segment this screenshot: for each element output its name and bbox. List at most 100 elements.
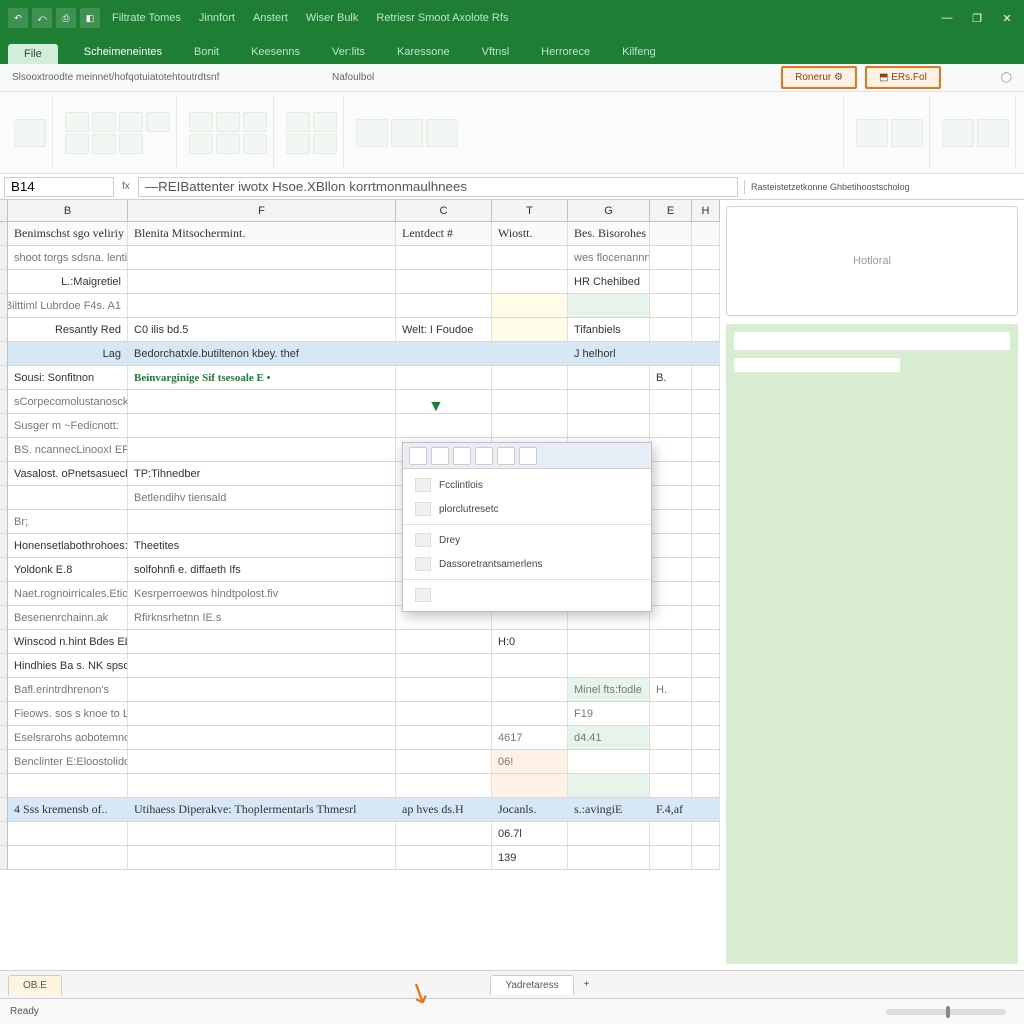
cell[interactable] (692, 246, 720, 269)
cell[interactable]: 06.7l (492, 822, 568, 845)
cell[interactable]: Besenenrchainn.ak (8, 606, 128, 629)
qat-undo-icon[interactable]: ↶ (8, 8, 28, 28)
cell[interactable] (568, 414, 650, 437)
cell[interactable] (692, 654, 720, 677)
cell[interactable] (692, 414, 720, 437)
cell[interactable] (8, 822, 128, 845)
table-row[interactable]: Bilttiml Lubrdoe F4s. A1 (0, 294, 720, 318)
cell[interactable] (492, 702, 568, 725)
cell[interactable] (396, 630, 492, 653)
cell[interactable] (568, 630, 650, 653)
table-row[interactable]: Susger m ~Fedicnott: (0, 414, 720, 438)
align-button[interactable] (189, 112, 213, 132)
cell[interactable] (396, 678, 492, 701)
cell[interactable] (692, 798, 720, 821)
cell[interactable] (568, 294, 650, 317)
cell[interactable]: B. (650, 366, 692, 389)
cell[interactable] (650, 222, 692, 245)
table-row[interactable]: Sousi: SonfitnonBeinvarginige Sif tsesoa… (0, 366, 720, 390)
cell[interactable]: Rfirknsrhetnn IE.s (128, 606, 396, 629)
help-icon[interactable]: ◯ (1001, 72, 1012, 83)
cell[interactable] (692, 462, 720, 485)
cell[interactable] (568, 774, 650, 797)
menu-item[interactable]: Fcclintlois (403, 473, 651, 497)
cell[interactable]: H:0 (492, 630, 568, 653)
cell[interactable]: Naet.rognoirricales.Etiones (8, 582, 128, 605)
cell[interactable]: solfohnfi e. diffaeth Ifs (128, 558, 396, 581)
table-row[interactable]: Bafl.erintrdhrenon'sMinel fts:fodleH. (0, 678, 720, 702)
cell[interactable] (692, 630, 720, 653)
cell[interactable] (650, 438, 692, 461)
col-header[interactable]: B (8, 200, 128, 221)
maximize-button[interactable]: ❐ (968, 12, 986, 25)
cell[interactable]: Sousi: Sonfitnon (8, 366, 128, 389)
number-button[interactable] (286, 112, 310, 132)
col-header[interactable]: F (128, 200, 396, 221)
cell[interactable] (692, 702, 720, 725)
cell[interactable] (692, 678, 720, 701)
cell[interactable] (568, 654, 650, 677)
cell[interactable]: Wiostt. (492, 222, 568, 245)
cell[interactable] (692, 750, 720, 773)
cell[interactable] (650, 654, 692, 677)
cell[interactable] (650, 726, 692, 749)
cell[interactable]: Bafl.erintrdhrenon's (8, 678, 128, 701)
cell[interactable] (650, 246, 692, 269)
cell[interactable] (492, 678, 568, 701)
cell[interactable]: 4 Sss kremensb of.. (8, 798, 128, 821)
cell[interactable] (650, 486, 692, 509)
cell[interactable] (396, 414, 492, 437)
fx-icon[interactable]: fx (114, 181, 138, 192)
close-button[interactable]: ✕ (998, 12, 1016, 25)
cell[interactable]: F19 (568, 702, 650, 725)
cell[interactable]: J helhorl (568, 342, 650, 365)
cell[interactable] (650, 294, 692, 317)
name-box[interactable] (4, 177, 114, 197)
font-button[interactable] (119, 112, 143, 132)
col-header[interactable]: E (650, 200, 692, 221)
cell[interactable]: shoot torgs sdsna. lentils (8, 246, 128, 269)
cell[interactable] (650, 390, 692, 413)
ribbon-tab[interactable]: Ver:lits (318, 40, 379, 64)
font-button[interactable] (92, 134, 116, 154)
new-sheet-button[interactable]: + (584, 979, 590, 990)
cell[interactable]: Minel fts:fodle (568, 678, 650, 701)
zoom-slider[interactable] (886, 1009, 1006, 1015)
cell[interactable]: Hindhies Ba s. NK spsoff (8, 654, 128, 677)
cell[interactable] (692, 510, 720, 533)
cell[interactable]: 06! (492, 750, 568, 773)
table-row[interactable]: Benclinter E:Eloostolidotl06! (0, 750, 720, 774)
cell[interactable] (128, 630, 396, 653)
mini-more-icon[interactable] (519, 447, 537, 465)
side-card[interactable]: Hotloral (726, 206, 1018, 316)
table-row[interactable]: LagBedorchatxle.butiltenon kbey. thefJ h… (0, 342, 720, 366)
minimize-button[interactable]: — (938, 12, 956, 25)
cell[interactable] (396, 750, 492, 773)
cell[interactable] (128, 270, 396, 293)
cell[interactable] (492, 654, 568, 677)
cell[interactable] (128, 822, 396, 845)
cell[interactable] (650, 630, 692, 653)
cell[interactable] (692, 822, 720, 845)
cell[interactable] (650, 342, 692, 365)
cell[interactable]: Jocanls. (492, 798, 568, 821)
mini-italic-icon[interactable] (431, 447, 449, 465)
cell[interactable] (396, 270, 492, 293)
cell[interactable] (492, 246, 568, 269)
cell[interactable] (128, 846, 396, 869)
cell[interactable]: Tifanbiels (568, 318, 650, 341)
select-all-corner[interactable] (0, 200, 8, 221)
edit-button[interactable] (942, 119, 974, 147)
cells-button[interactable] (856, 119, 888, 147)
cell[interactable] (650, 558, 692, 581)
cell[interactable] (568, 750, 650, 773)
cell[interactable]: F.4,af (650, 798, 692, 821)
formula-input[interactable] (138, 177, 738, 197)
cell[interactable] (650, 750, 692, 773)
qat-redo-icon[interactable]: ⤺ (32, 8, 52, 28)
cell[interactable] (692, 222, 720, 245)
paste-button[interactable] (14, 119, 46, 147)
align-button[interactable] (189, 134, 213, 154)
cell[interactable] (568, 366, 650, 389)
table-row[interactable]: 139 (0, 846, 720, 870)
